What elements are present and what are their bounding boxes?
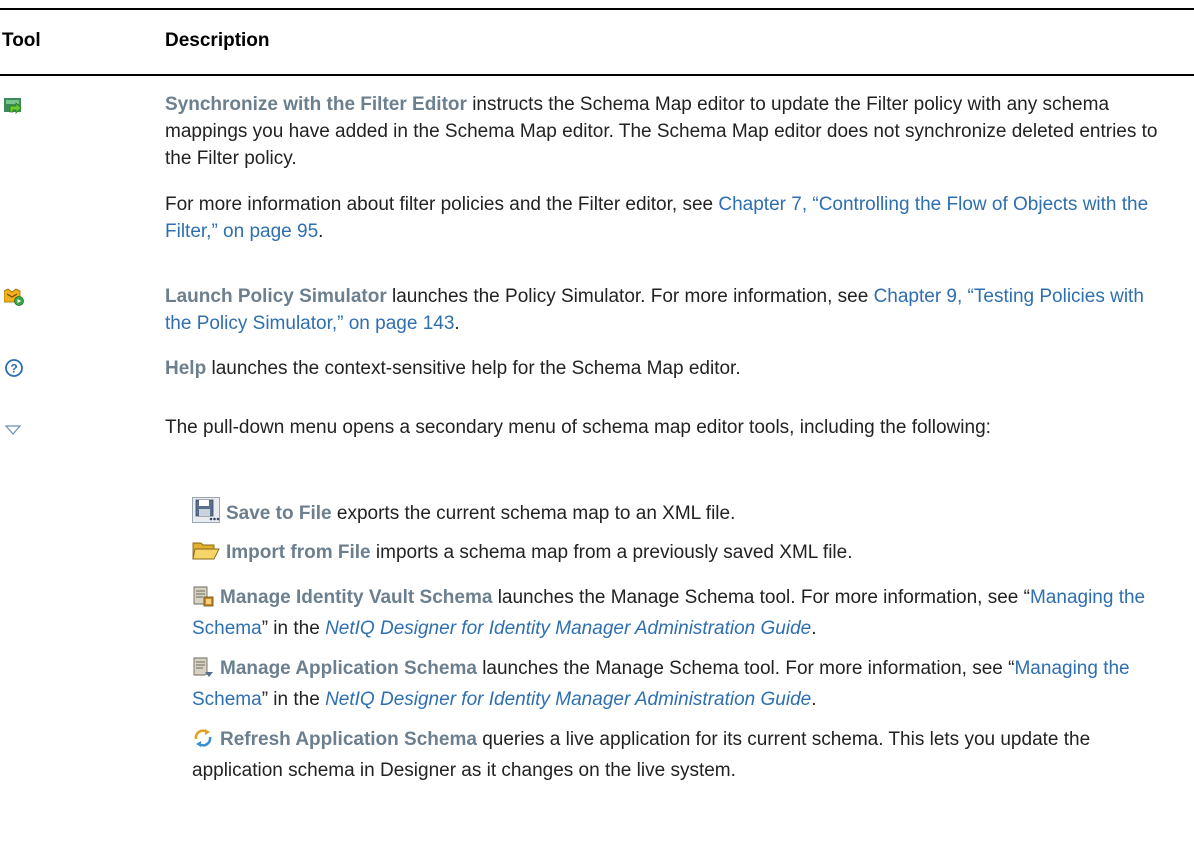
import-term: Import from File	[226, 542, 371, 563]
designer-guide-link-2[interactable]: NetIQ Designer for Identity Manager Admi…	[325, 689, 811, 710]
refresh-icon	[192, 727, 214, 757]
row-synchronize-more-info: For more information about filter polici…	[165, 194, 1149, 242]
chevron-down-icon	[4, 422, 22, 440]
row-synchronize-description: Synchronize with the Filter Editor instr…	[165, 94, 1158, 169]
application-schema-icon	[192, 656, 214, 686]
row-simulator-description: Launch Policy Simulator launches the Pol…	[165, 286, 1144, 334]
svg-text:?: ?	[10, 362, 17, 376]
save-term: Save to File	[226, 503, 332, 524]
help-term: Help	[165, 358, 207, 379]
folder-open-icon	[192, 540, 220, 570]
column-header-description: Description	[165, 30, 270, 51]
submenu-manage-vault-item: Manage Identity Vault Schema launches th…	[192, 585, 1146, 639]
save-icon	[192, 497, 220, 531]
identity-vault-schema-icon	[192, 585, 214, 615]
submenu-manage-app-item: Manage Application Schema launches the M…	[192, 656, 1130, 710]
policy-simulator-icon	[3, 288, 24, 311]
submenu-save-item: Save to File exports the current schema …	[192, 497, 1172, 531]
table-header-rule	[0, 74, 1194, 76]
submenu-refresh-item: Refresh Application Schema queries a liv…	[192, 727, 1091, 781]
simulator-term: Launch Policy Simulator	[165, 286, 387, 307]
manage-app-term: Manage Application Schema	[220, 658, 477, 679]
row-help-description: Help launches the context-sensitive help…	[165, 358, 741, 379]
synchronize-filter-icon	[4, 98, 24, 119]
help-icon: ?	[5, 359, 23, 382]
row-pulldown-description: The pull-down menu opens a secondary men…	[165, 417, 991, 438]
manage-vault-term: Manage Identity Vault Schema	[220, 587, 493, 608]
column-header-tool: Tool	[2, 30, 41, 51]
table-top-rule	[0, 8, 1194, 10]
submenu-import-item: Import from File imports a schema map fr…	[192, 539, 1172, 570]
synchronize-term: Synchronize with the Filter Editor	[165, 94, 467, 115]
refresh-term: Refresh Application Schema	[220, 729, 477, 750]
designer-guide-link-1[interactable]: NetIQ Designer for Identity Manager Admi…	[325, 618, 811, 639]
